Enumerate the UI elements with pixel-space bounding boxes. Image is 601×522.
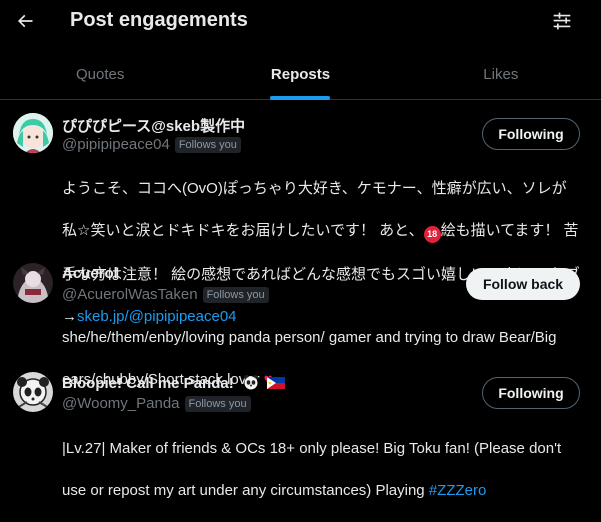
user-cell[interactable]: Acuerol @AcuerolWasTaken Follows you Fol… [0,251,601,388]
user-name[interactable]: Bloopie! Call me Panda! [62,374,286,392]
hashtag-link[interactable]: #ZZZero [429,482,487,499]
tab-quotes[interactable]: Quotes [0,50,200,99]
panda-emoji-icon [243,375,258,390]
tab-quotes-label: Quotes [75,66,125,83]
tab-likes[interactable]: Likes [401,50,601,99]
avatar[interactable] [13,263,53,303]
sliders-icon [553,12,571,30]
following-button[interactable]: Following [482,118,580,150]
tab-reposts-label: Reposts [270,66,331,83]
tab-bar: Quotes Reposts Likes [0,50,601,100]
active-tab-indicator [270,96,331,100]
page-title: Post engagements [70,9,248,31]
user-name[interactable]: ぴぴぴピース@skeb製作中 [62,115,245,136]
following-button-label: Following [498,126,564,142]
user-bio: |Lv.27| Maker of friends & OCs 18+ only … [62,417,582,522]
bio-text: 絵も描いてます！ 苦 [440,222,579,239]
follow-back-button-label: Follow back [482,276,564,292]
user-cell[interactable]: Bloopie! Call me Panda! @Woomy_Panda Fol… [0,361,601,499]
bio-line: ようこそ、ココへ(OvO)ぽっちゃり大好き、ケモナー、性癖が広い、ソレが [62,180,567,197]
follows-you-badge: Follows you [174,136,241,153]
age-18-emoji: 18 [423,226,441,243]
bio-line: use or repost my art under any circumsta… [62,480,582,501]
user-handle[interactable]: @pipipipeace04 [62,136,170,153]
philippines-flag-icon [267,377,286,389]
avatar[interactable] [13,372,53,412]
tab-reposts[interactable]: Reposts [200,50,400,100]
handle-row: @AcuerolWasTaken Follows you [62,286,269,303]
handle-row: @Woomy_Panda Follows you [62,395,251,412]
bio-line: |Lv.27| Maker of friends & OCs 18+ only … [62,440,562,457]
user-handle[interactable]: @AcuerolWasTaken [62,286,198,303]
follow-back-button[interactable]: Follow back [466,268,580,300]
following-button[interactable]: Following [482,377,580,409]
bio-text: 私☆笑いと涙とドキドキをお届けしたいです！ あと、 [62,222,424,239]
handle-row: @pipipipeace04 Follows you [62,136,241,153]
tab-likes-label: Likes [483,66,519,83]
user-name[interactable]: Acuerol [62,265,118,282]
back-button[interactable] [10,6,40,36]
bio-text: use or repost my art under any circumsta… [62,482,425,499]
avatar[interactable] [13,113,53,153]
follows-you-badge: Follows you [202,286,269,303]
bio-line: 私☆笑いと涙とドキドキをお届けしたいです！ あと、 18 絵も描いてます！ 苦 [62,220,582,243]
follows-you-badge: Follows you [184,395,251,412]
arrow-left-icon [17,14,33,28]
user-name-text: Bloopie! Call me Panda! [62,375,234,392]
user-cell[interactable]: ぴぴぴピース@skeb製作中 @pipipipeace04 Follows yo… [0,101,601,325]
user-handle[interactable]: @Woomy_Panda [62,395,180,412]
filter-button[interactable] [547,6,577,36]
following-button-label: Following [498,385,564,401]
header: Post engagements [0,0,601,44]
bio-line: she/he/them/enby/loving panda person/ ga… [62,329,557,346]
